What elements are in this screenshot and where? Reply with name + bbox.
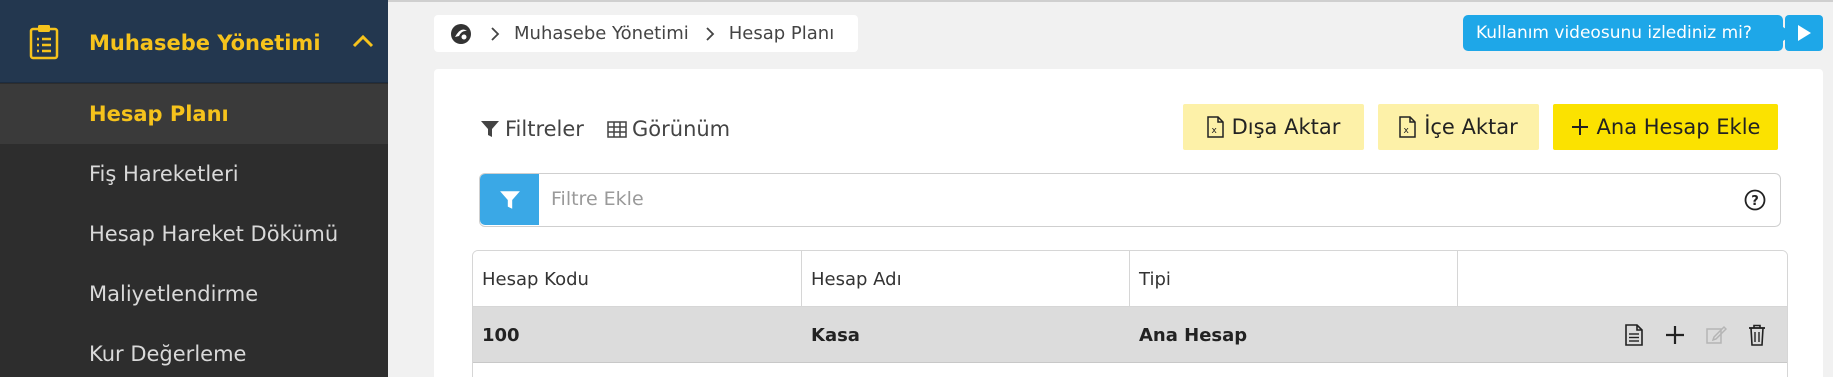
cell-tipi: Ana Hesap: [1139, 324, 1248, 346]
filter-icon: [481, 121, 499, 137]
sidebar-section-title: Muhasebe Yönetimi: [89, 31, 321, 55]
document-detail-icon[interactable]: [1622, 323, 1646, 347]
clipboard-icon: [29, 25, 59, 60]
play-video-button[interactable]: [1785, 15, 1823, 51]
sidebar-section-header[interactable]: Muhasebe Yönetimi: [0, 0, 388, 83]
plus-icon: [1571, 119, 1588, 135]
import-button[interactable]: x İçe Aktar: [1378, 104, 1539, 150]
sidebar-item-maliyetlendirme[interactable]: Maliyetlendirme: [0, 264, 388, 324]
column-header-hesap-adi[interactable]: Hesap Adı: [802, 251, 1130, 307]
sidebar-item-kur-degerleme[interactable]: Kur Değerleme: [0, 324, 388, 377]
help-icon[interactable]: ?: [1744, 189, 1766, 211]
table-grid-icon: [607, 120, 627, 138]
play-icon: [1798, 25, 1811, 41]
video-help-text: Kullanım videosunu izlediniz mi?: [1476, 23, 1752, 43]
edit-icon: [1704, 323, 1728, 347]
column-header-actions: [1458, 251, 1787, 307]
chevron-up-icon[interactable]: [351, 33, 375, 49]
sidebar-item-hesap-plani[interactable]: Hesap Planı: [0, 84, 388, 144]
add-main-account-label: Ana Hesap Ekle: [1596, 115, 1761, 139]
column-header-label: Hesap Adı: [811, 268, 902, 290]
sidebar-item-label: Hesap Planı: [89, 102, 229, 126]
view-label: Görünüm: [632, 117, 731, 141]
sidebar: Muhasebe Yönetimi Hesap Planı Fiş Hareke…: [0, 0, 388, 377]
filter-apply-button[interactable]: [480, 174, 539, 225]
filters-label: Filtreler: [505, 117, 584, 141]
table-header: Hesap Kodu Hesap Adı Tipi: [473, 251, 1787, 307]
filter-input[interactable]: [551, 187, 1701, 211]
filter-icon: [499, 190, 520, 209]
filters-toggle[interactable]: Filtreler: [480, 117, 584, 141]
table-row[interactable]: 100 Kasa Ana Hesap: [473, 307, 1787, 363]
column-header-hesap-kodu[interactable]: Hesap Kodu: [473, 251, 802, 307]
sidebar-item-label: Maliyetlendirme: [89, 282, 259, 306]
export-label: Dışa Aktar: [1231, 115, 1341, 139]
brand-logo-icon[interactable]: [450, 23, 472, 45]
svg-text:x: x: [1211, 126, 1217, 136]
chevron-right-icon: [706, 26, 715, 41]
svg-text:?: ?: [1751, 194, 1759, 209]
excel-file-icon: x: [1206, 116, 1224, 138]
breadcrumb: Muhasebe Yönetimi Hesap Planı: [434, 15, 858, 52]
sidebar-item-label: Hesap Hareket Dökümü: [89, 222, 339, 246]
view-toggle[interactable]: Görünüm: [607, 117, 730, 141]
chevron-right-icon: [491, 26, 500, 41]
svg-text:x: x: [1404, 126, 1410, 136]
add-sub-account-icon[interactable]: [1663, 323, 1687, 347]
excel-file-icon: x: [1399, 116, 1416, 138]
cell-hesap-kodu: 100: [482, 324, 520, 346]
column-header-tipi[interactable]: Tipi: [1130, 251, 1458, 307]
trash-icon[interactable]: [1745, 323, 1769, 347]
sidebar-item-hesap-hareket-dokumu[interactable]: Hesap Hareket Dökümü: [0, 204, 388, 264]
sidebar-item-label: Kur Değerleme: [89, 342, 247, 366]
sidebar-item-label: Fiş Hareketleri: [89, 162, 239, 186]
row-actions: [1622, 323, 1769, 347]
sidebar-item-fis-hareketleri[interactable]: Fiş Hareketleri: [0, 144, 388, 204]
column-header-label: Tipi: [1139, 268, 1171, 290]
breadcrumb-item[interactable]: Muhasebe Yönetimi: [514, 23, 689, 44]
accounts-table: Hesap Kodu Hesap Adı Tipi 100 Kasa Ana H…: [472, 250, 1788, 377]
export-button[interactable]: x Dışa Aktar: [1183, 104, 1364, 150]
video-help-bubble[interactable]: Kullanım videosunu izlediniz mi?: [1463, 15, 1793, 51]
cell-hesap-adi: Kasa: [811, 324, 860, 346]
add-main-account-button[interactable]: Ana Hesap Ekle: [1553, 104, 1778, 150]
top-divider: [388, 0, 1833, 2]
filter-bar: ?: [479, 173, 1781, 227]
breadcrumb-current: Hesap Planı: [728, 23, 835, 44]
import-label: İçe Aktar: [1424, 115, 1518, 139]
table-row[interactable]: [473, 364, 1787, 377]
column-header-label: Hesap Kodu: [482, 268, 589, 290]
